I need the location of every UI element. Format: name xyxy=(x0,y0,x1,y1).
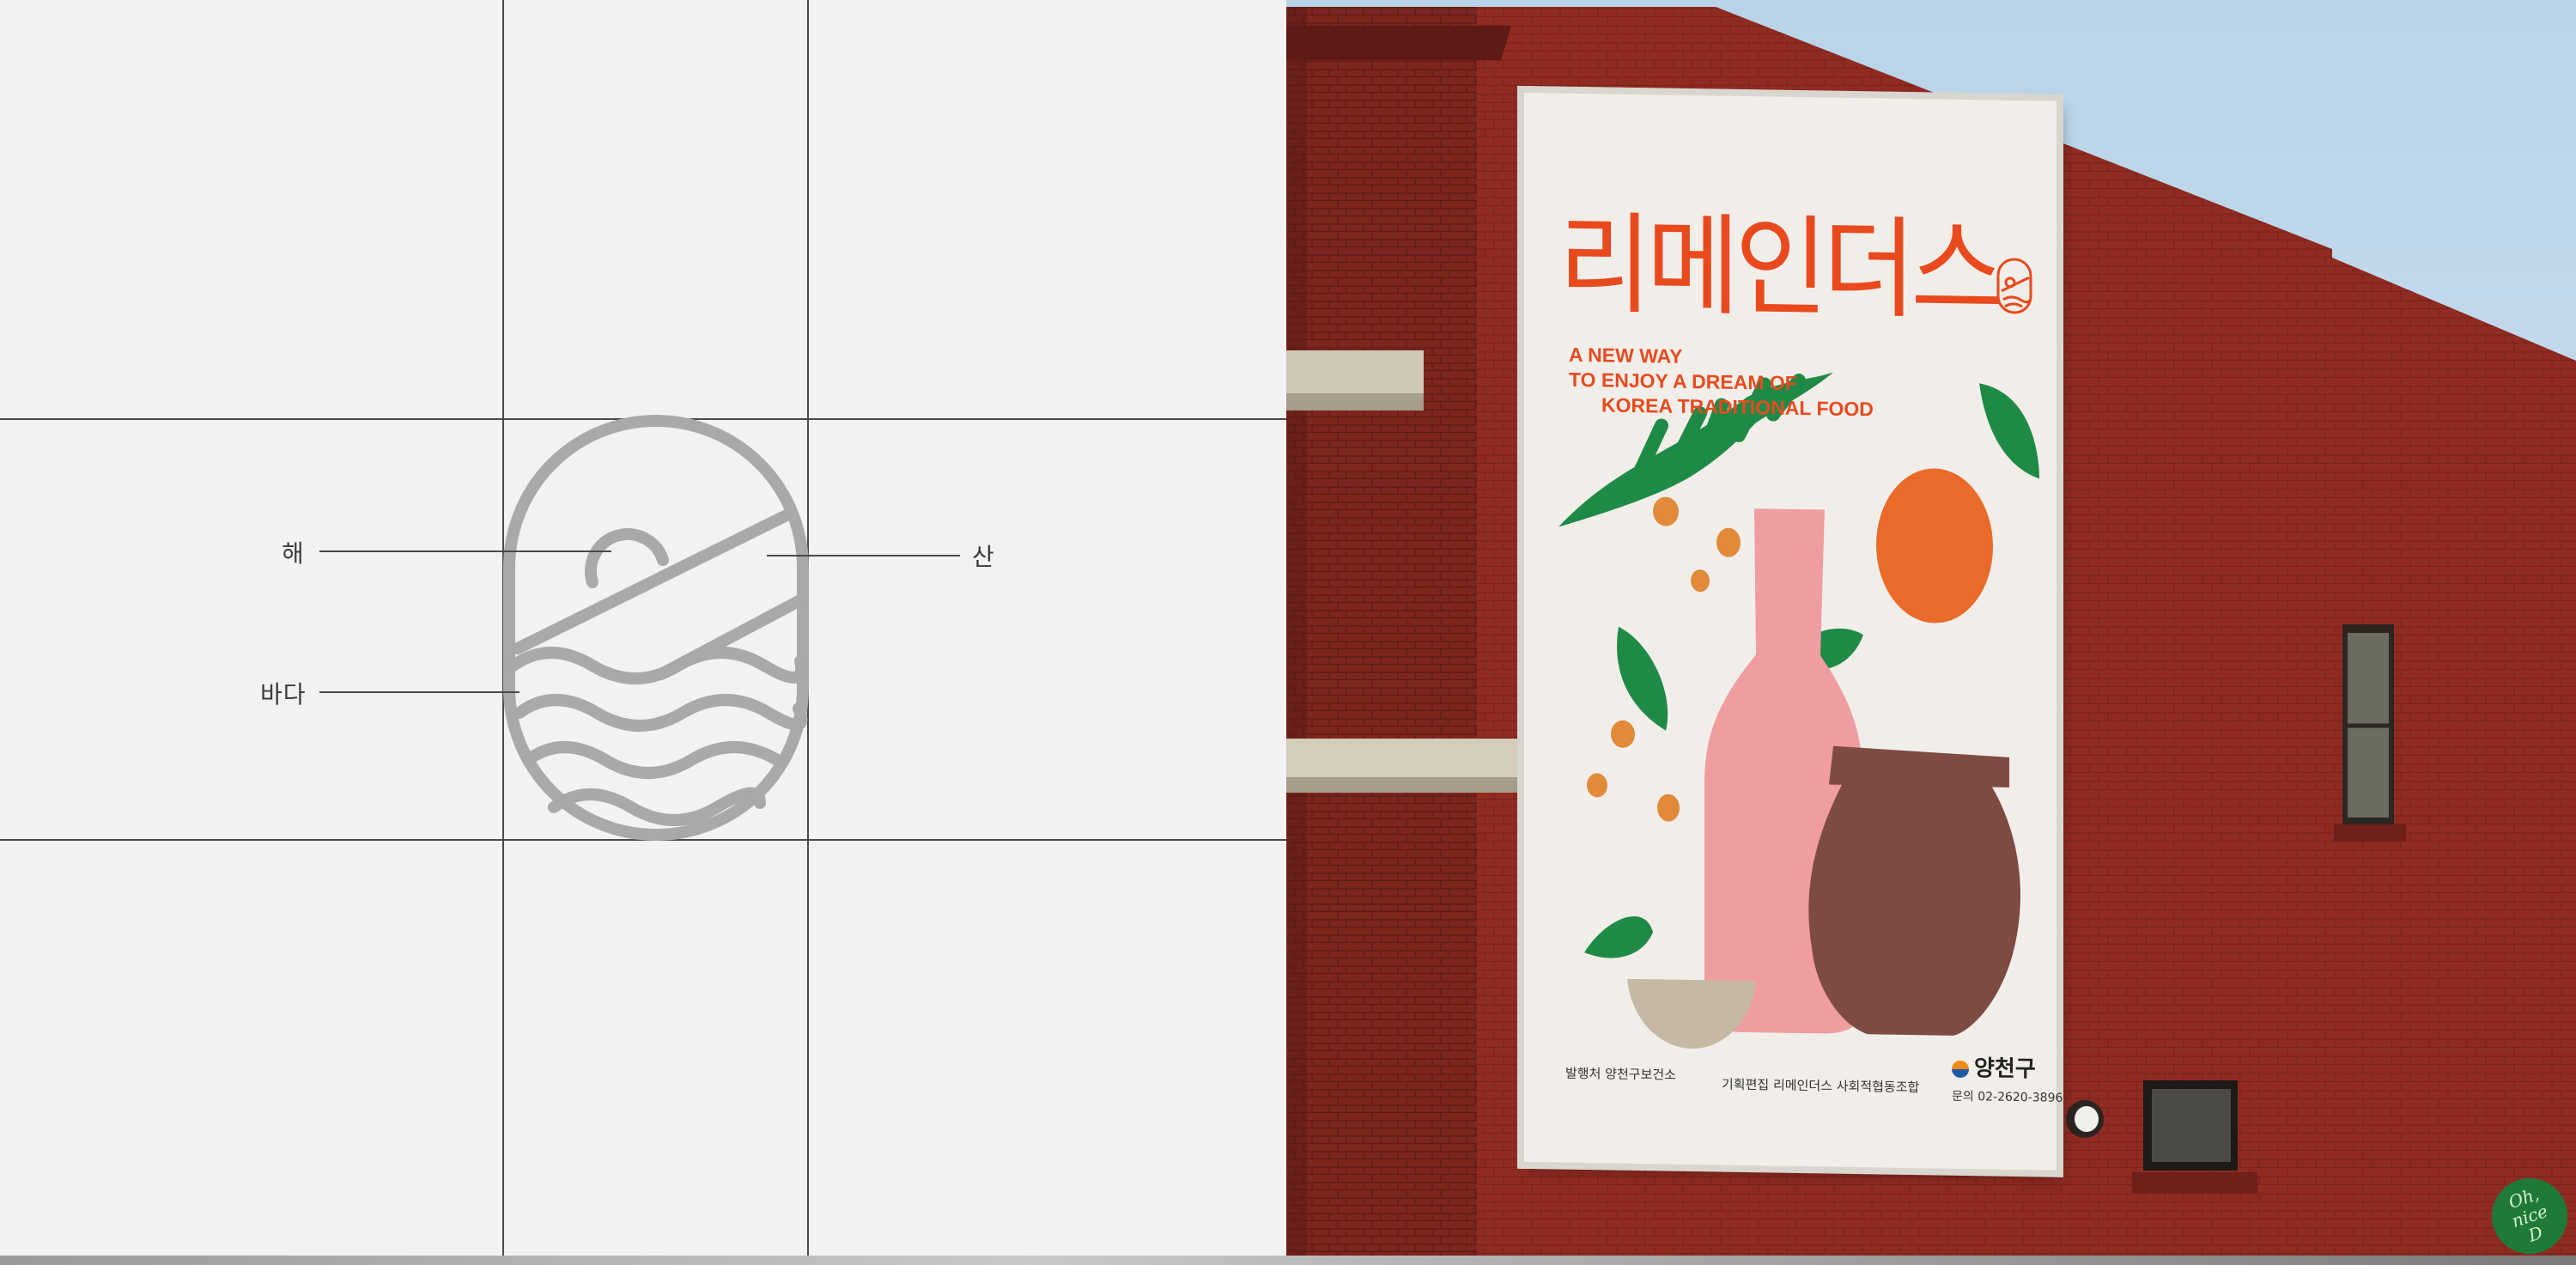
leaf-bottom-left xyxy=(1584,916,1653,958)
bottom-strip xyxy=(0,1256,2576,1265)
poster-title: 리메인더스 xyxy=(1558,199,1999,335)
leaf-top-right xyxy=(1979,383,2039,479)
poster-publisher: 발행처 양천구보건소 xyxy=(1565,1065,1676,1083)
label-mountain: 산 xyxy=(972,543,995,571)
logo-wave-2 xyxy=(513,694,808,732)
tagline-line-3: KOREA TRADITIONAL FOOD xyxy=(1601,393,1874,421)
poster-contact: 문의 02-2620-3896 xyxy=(1952,1089,2063,1105)
brick-pillar xyxy=(1288,7,1477,1265)
poster-mockup-panel: 리메인더스 A NEW WAY TO ENJOY A DREAM OF KORE… xyxy=(1286,0,2576,1265)
logo-construction-panel: 해 산 바다 xyxy=(0,0,1286,1265)
poster-tagline: A NEW WAY TO ENJOY A DREAM OF KOREA TRAD… xyxy=(1569,343,1874,423)
label-sun: 해 xyxy=(282,539,305,568)
poster-logo-icon xyxy=(1996,258,2032,314)
logo-sun xyxy=(585,528,669,588)
bowl xyxy=(1627,978,1756,1049)
leaf-left-mid xyxy=(1617,626,1668,731)
logo-mark-icon xyxy=(319,415,960,841)
logo-wave-1 xyxy=(507,647,808,684)
brown-jar xyxy=(1808,745,2020,1036)
poster: 리메인더스 A NEW WAY TO ENJOY A DREAM OF KORE… xyxy=(1524,93,2063,1171)
orange-fruit xyxy=(1876,468,1993,623)
watermark-line-3: D xyxy=(2525,1222,2546,1246)
label-sea: 바다 xyxy=(260,680,307,709)
brand-logo-icon xyxy=(1952,1060,1969,1079)
logo-wave-3 xyxy=(522,741,783,779)
poster-brand: 양천구 xyxy=(1952,1050,2036,1084)
brand-name: 양천구 xyxy=(1974,1055,2036,1083)
poster-editor: 기획편집 리메인더스 사회적협동조합 xyxy=(1722,1076,1920,1096)
